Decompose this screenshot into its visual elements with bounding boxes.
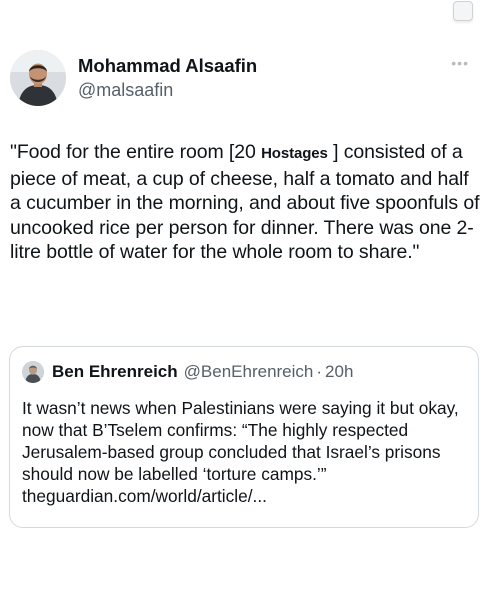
quoted-author-name[interactable]: Ben Ehrenreich (52, 362, 178, 382)
author-name[interactable]: Mohammad Alsaafin (78, 55, 257, 77)
quoted-timestamp[interactable]: 20h (325, 362, 353, 382)
hostages-tag: Hostages (261, 145, 328, 162)
quoted-author-handle[interactable]: @BenEhrenreich (184, 362, 314, 382)
author-handle[interactable]: @malsaafin (78, 79, 257, 101)
more-options-icon[interactable]: ••• (451, 56, 469, 70)
tweet-header: Mohammad Alsaafin @malsaafin (10, 50, 257, 106)
avatar[interactable] (10, 50, 66, 106)
quoted-tweet-header: Ben Ehrenreich @BenEhrenreich · 20h (22, 361, 353, 383)
author-block: Mohammad Alsaafin @malsaafin (78, 55, 257, 101)
quoted-avatar[interactable] (22, 361, 44, 383)
copy-square-icon[interactable] (453, 1, 473, 21)
avatar-photo (10, 50, 66, 106)
quoted-avatar-photo (22, 361, 44, 383)
quoted-tweet-text: It wasn’t news when Palestinians were sa… (22, 398, 459, 506)
quoted-separator: · (316, 362, 323, 381)
tweet-text-start: "Food for the entire room [20 (10, 141, 262, 163)
tweet-text: "Food for the entire room [20 Hostages ]… (10, 140, 480, 265)
quoted-tweet-card[interactable]: Ben Ehrenreich @BenEhrenreich · 20h It w… (9, 346, 479, 528)
